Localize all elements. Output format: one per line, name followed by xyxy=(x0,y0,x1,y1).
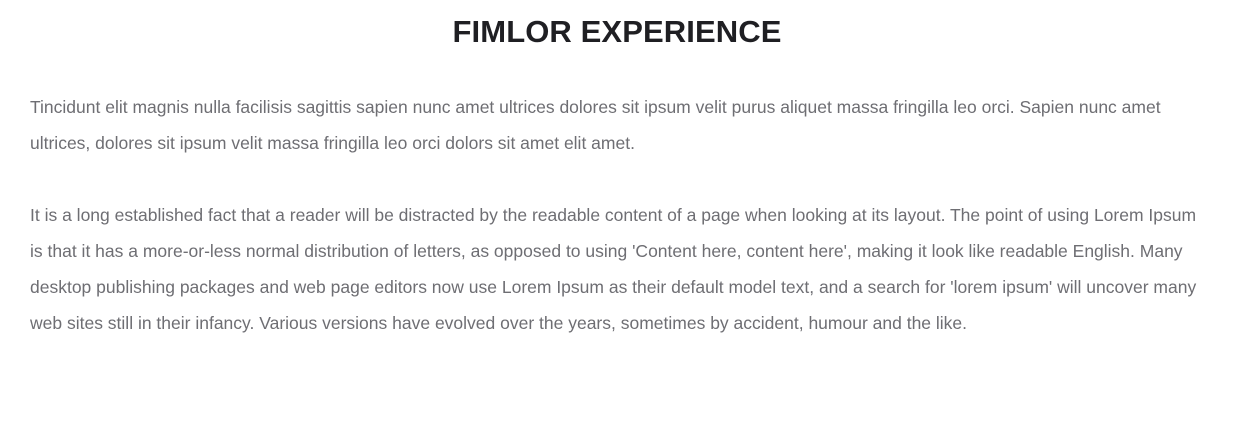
intro-paragraph: Tincidunt elit magnis nulla facilisis sa… xyxy=(30,97,1161,153)
body-paragraph: It is a long established fact that a rea… xyxy=(30,205,1197,333)
section-title: FIMLOR EXPERIENCE xyxy=(452,14,782,49)
experience-section: FIMLOR EXPERIENCE Tincidunt elit magnis … xyxy=(0,0,1234,423)
